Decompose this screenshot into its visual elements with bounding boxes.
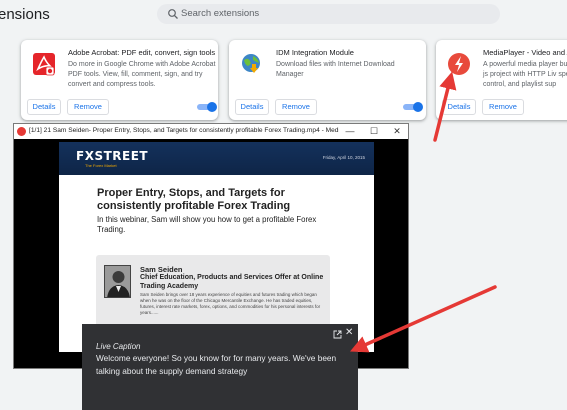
arrow-to-live-caption: [350, 285, 497, 353]
arrow-to-mediaplayer-icon: [433, 71, 457, 142]
annotation-arrows: [350, 71, 497, 353]
screen: ensions Search extensions Adobe Acrobat:…: [0, 0, 567, 410]
